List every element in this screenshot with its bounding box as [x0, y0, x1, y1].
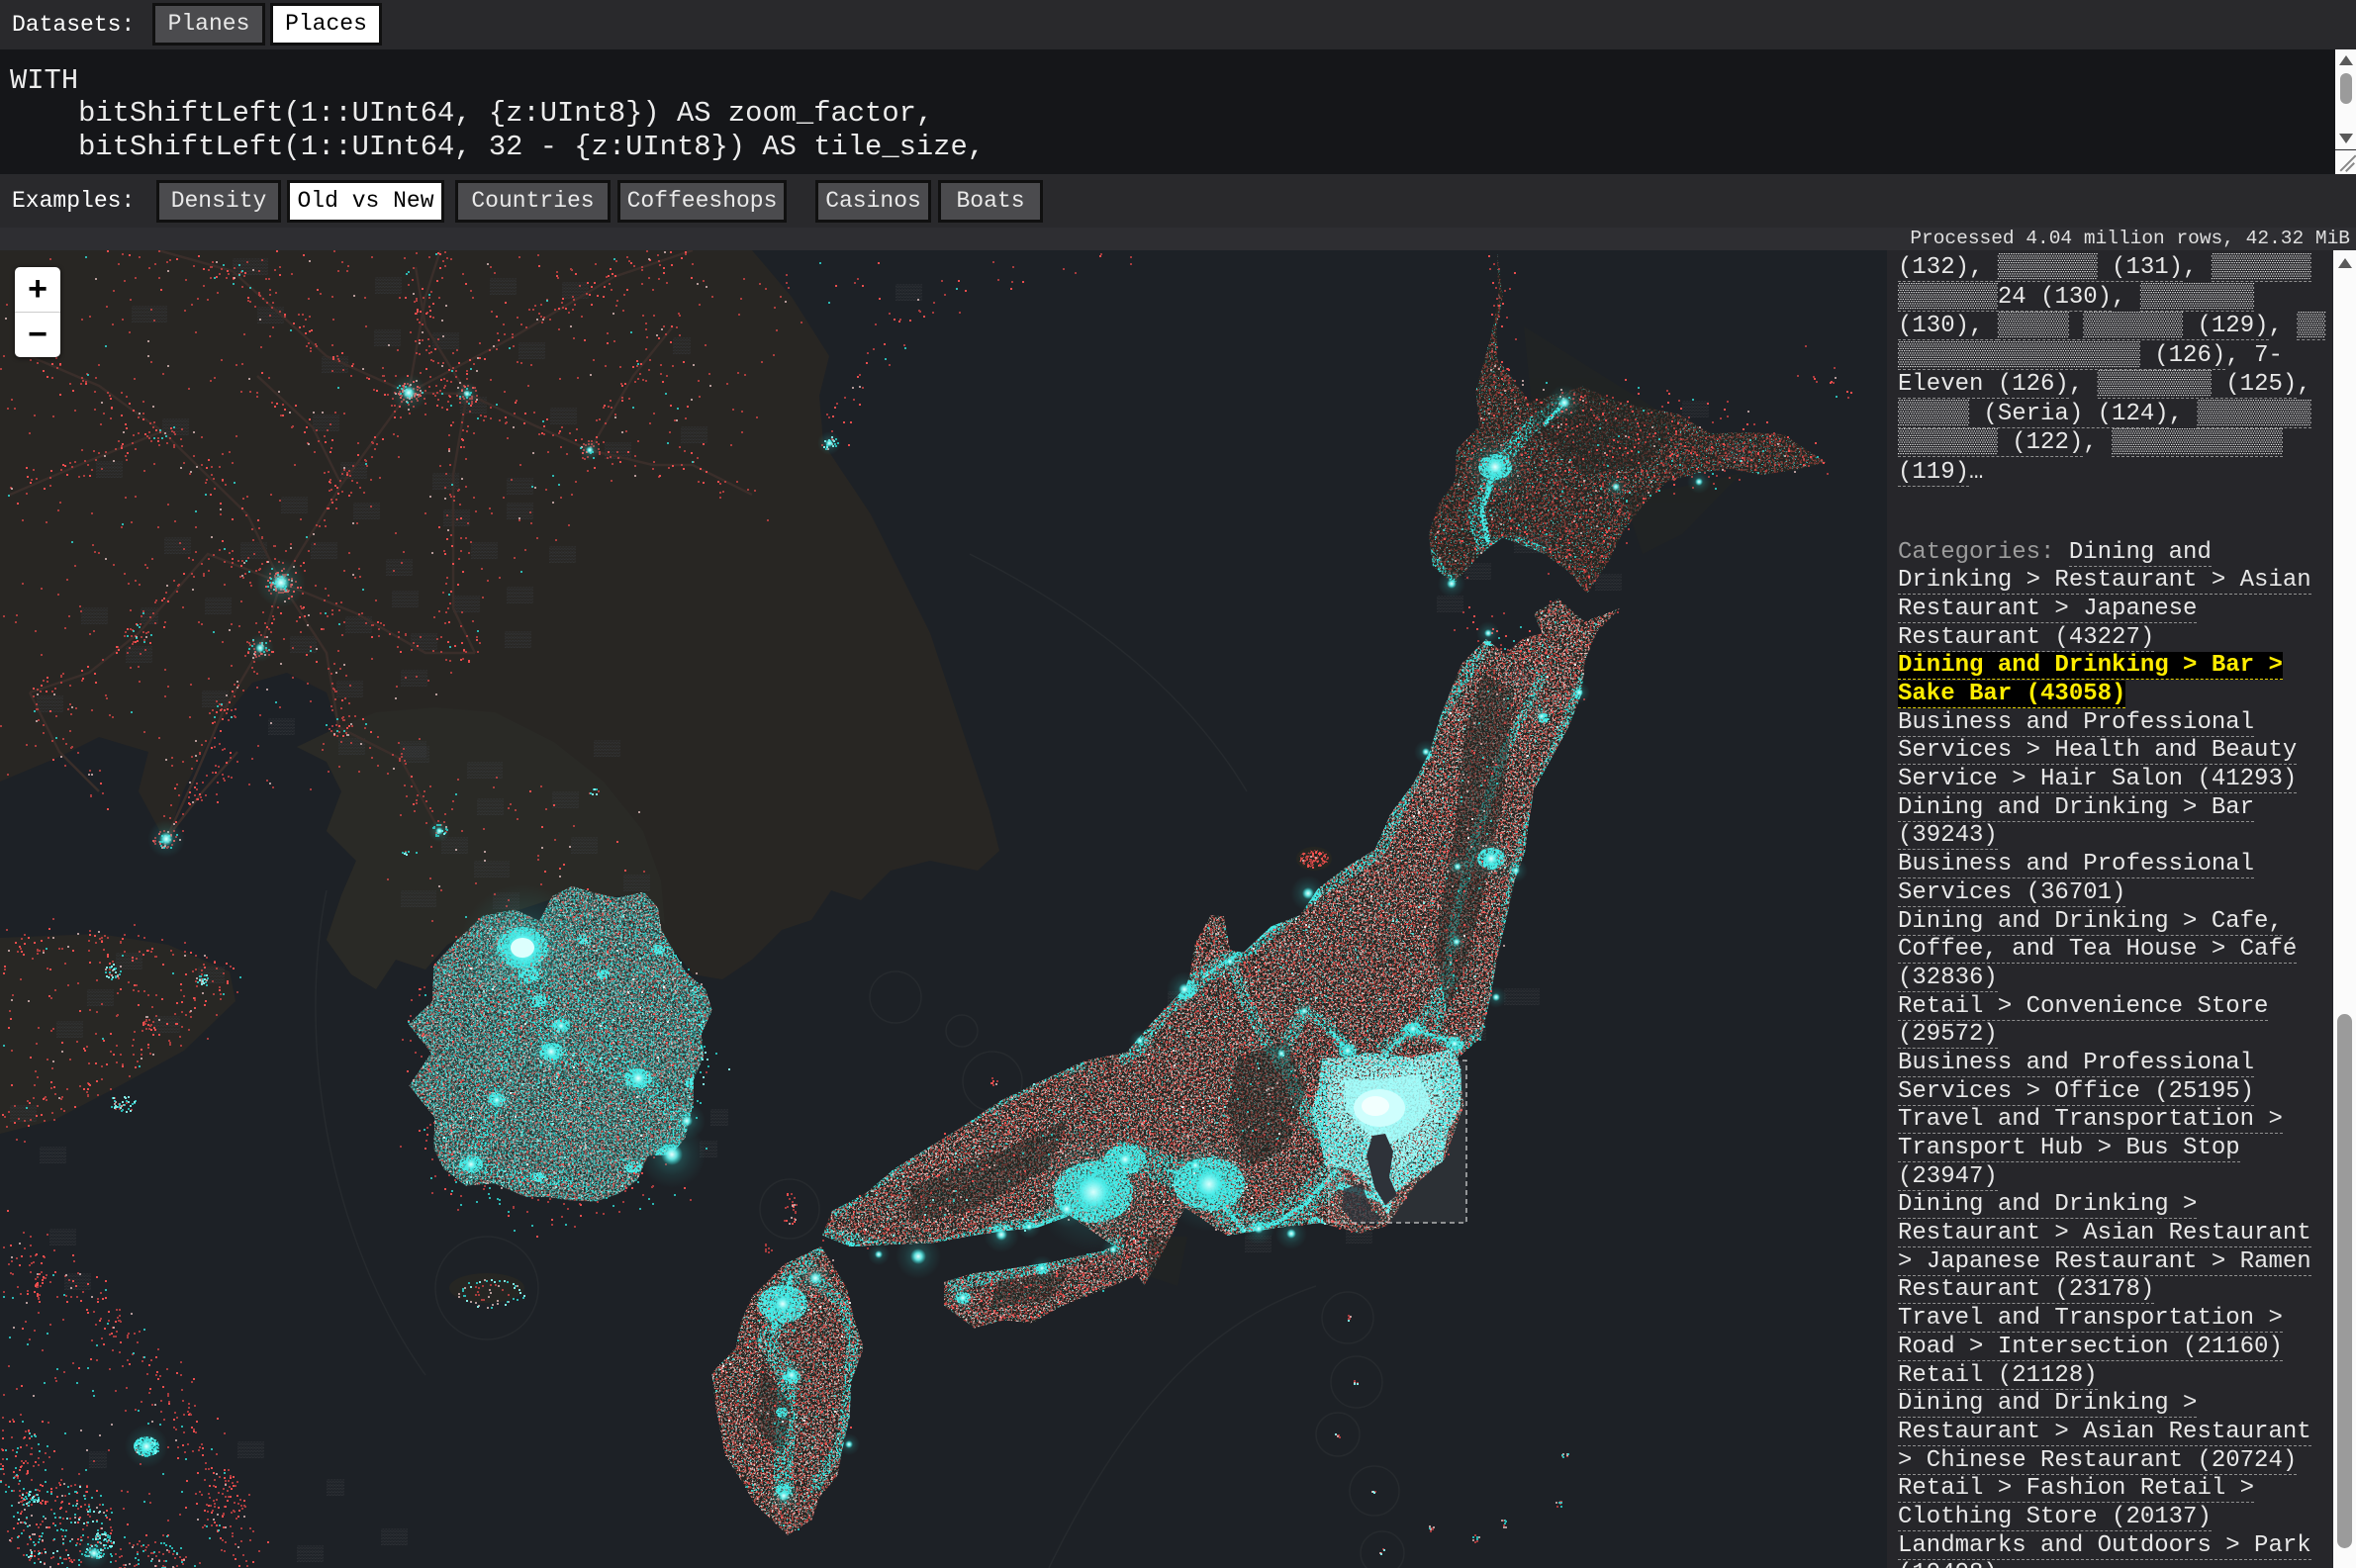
svg-text:▒▒▒: ▒▒▒: [290, 636, 318, 654]
svg-text:▒▒▒: ▒▒▒: [81, 607, 109, 625]
svg-text:▒▒▒: ▒▒▒: [49, 1229, 77, 1246]
svg-text:▒▒▒: ▒▒▒: [549, 546, 577, 564]
svg-text:▒▒▒: ▒▒▒: [477, 798, 505, 816]
svg-text:▒▒▒: ▒▒▒: [507, 587, 534, 604]
svg-text:▒▒▒: ▒▒▒: [432, 473, 460, 491]
svg-text:▒▒▒: ▒▒▒: [490, 278, 518, 296]
svg-text:▒▒▒: ▒▒▒: [268, 718, 296, 736]
svg-text:▒▒▒▒: ▒▒▒▒: [467, 762, 504, 780]
svg-text:▒▒: ▒▒: [89, 1451, 108, 1469]
svg-text:▒▒▒: ▒▒▒: [336, 681, 364, 698]
svg-text:▒▒▒: ▒▒▒: [471, 542, 499, 560]
svg-text:▒▒▒: ▒▒▒: [116, 953, 143, 970]
svg-text:▒▒▒: ▒▒▒: [96, 461, 124, 479]
svg-text:▒▒▒: ▒▒▒: [297, 1545, 325, 1563]
svg-text:▒▒▒: ▒▒▒: [505, 631, 532, 649]
svg-text:▒▒▒▒: ▒▒▒▒: [401, 890, 437, 908]
svg-text:▒▒▒: ▒▒▒: [240, 542, 268, 560]
svg-text:▒▒: ▒▒: [327, 1479, 345, 1497]
svg-text:▒▒▒: ▒▒▒: [40, 1147, 67, 1164]
svg-text:▒▒▒: ▒▒▒: [338, 738, 366, 756]
svg-text:▒▒▒: ▒▒▒: [386, 559, 414, 577]
svg-text:▒▒▒: ▒▒▒: [381, 1528, 409, 1546]
svg-text:▒▒▒: ▒▒▒: [411, 633, 438, 651]
svg-text:▒▒▒: ▒▒▒: [56, 1021, 84, 1039]
svg-text:▒▒▒: ▒▒▒: [518, 342, 546, 360]
svg-text:▒▒▒: ▒▒▒: [550, 408, 578, 425]
svg-text:▒▒▒: ▒▒▒: [1682, 401, 1710, 418]
svg-text:▒▒▒: ▒▒▒: [164, 537, 192, 555]
svg-text:▒▒▒: ▒▒▒: [571, 837, 599, 855]
svg-text:▒▒: ▒▒: [710, 1109, 729, 1127]
svg-text:▒▒▒: ▒▒▒: [453, 596, 481, 613]
svg-text:▒▒▒: ▒▒▒: [1437, 596, 1464, 613]
svg-text:▒▒: ▒▒: [673, 337, 692, 355]
svg-text:▒▒▒: ▒▒▒: [237, 1441, 265, 1459]
svg-text:▒▒▒▒: ▒▒▒▒: [1504, 988, 1541, 1006]
svg-text:▒▒▒: ▒▒▒: [205, 598, 233, 615]
svg-text:▒▒▒: ▒▒▒: [375, 277, 403, 295]
svg-text:▒▒▒: ▒▒▒: [64, 1273, 92, 1291]
svg-text:▒▒▒: ▒▒▒: [162, 418, 190, 436]
svg-text:▒▒▒: ▒▒▒: [562, 282, 590, 300]
svg-text:▒▒▒: ▒▒▒: [623, 875, 651, 892]
svg-text:▒▒▒: ▒▒▒: [281, 497, 309, 514]
svg-text:▒▒▒: ▒▒▒: [594, 740, 621, 758]
svg-text:▒▒▒▒: ▒▒▒▒: [132, 306, 168, 323]
svg-text:▒▒▒: ▒▒▒: [432, 332, 460, 350]
svg-text:▒▒▒▒: ▒▒▒▒: [233, 258, 269, 276]
svg-text:▒▒▒▒: ▒▒▒▒: [474, 861, 511, 878]
svg-text:▒▒▒: ▒▒▒: [1595, 574, 1623, 592]
svg-text:▒▒▒: ▒▒▒: [681, 426, 708, 444]
svg-text:▒▒▒: ▒▒▒: [353, 503, 381, 520]
svg-text:▒▒▒: ▒▒▒: [345, 616, 373, 634]
svg-text:▒▒▒: ▒▒▒: [392, 591, 420, 608]
svg-text:▒▒▒: ▒▒▒: [552, 791, 580, 809]
